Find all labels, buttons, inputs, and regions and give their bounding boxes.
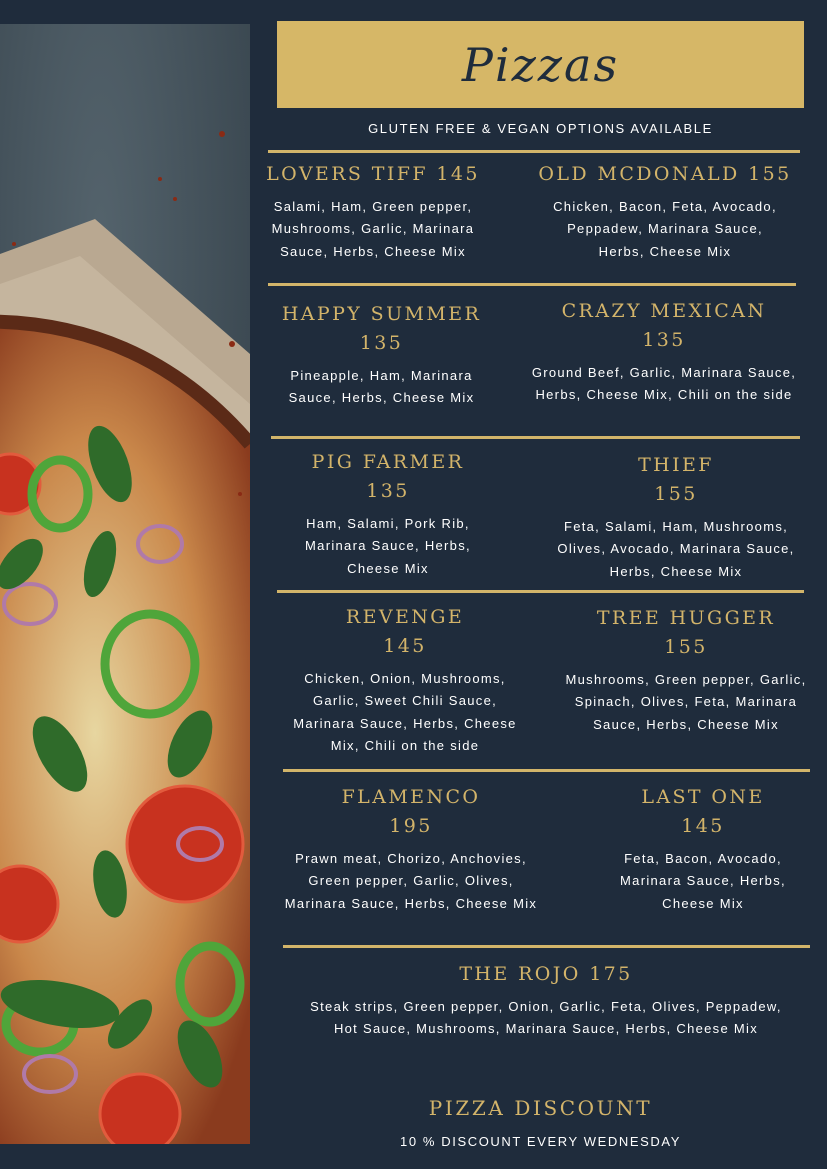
pizza-description: Mushrooms, Green pepper, Garlic, Spinach… — [565, 672, 807, 732]
pizza-description: Chicken, Onion, Mushrooms, Garlic, Sweet… — [293, 671, 517, 753]
pizza-name: PIG FARMER — [311, 451, 465, 473]
pizza-name: THE ROJO 175 — [459, 963, 633, 985]
pizza-name: REVENGE — [345, 606, 465, 628]
pizza-description: Salami, Ham, Green pepper, Mushrooms, Ga… — [271, 199, 475, 259]
pizza-price: 145 — [383, 635, 427, 657]
pizza-description: Chicken, Bacon, Feta, Avocado, Peppadew,… — [553, 199, 777, 259]
page-title: Pizzas — [461, 37, 620, 92]
pizza-price: 135 — [359, 332, 404, 354]
pizza-price: 135 — [366, 480, 410, 502]
menu-item-crazy-mexican: CRAZY MEXICAN 135 Ground Beef, Garlic, M… — [530, 297, 798, 407]
subtitle: GLUTEN FREE & VEGAN OPTIONS AVAILABLE — [368, 121, 713, 136]
menu-item-revenge: REVENGE 145 Chicken, Onion, Mushrooms, G… — [282, 603, 528, 757]
pizza-name: CRAZY MEXICAN — [561, 300, 767, 322]
pizza-name: HAPPY SUMMER — [281, 303, 482, 325]
pizza-name: LOVERS TIFF 145 — [266, 163, 480, 185]
menu-item-tree-hugger: TREE HUGGER 155 Mushrooms, Green pepper,… — [562, 604, 810, 736]
discount-title: PIZZA DISCOUNT — [428, 1096, 653, 1120]
menu-item-pig-farmer: PIG FARMER 135 Ham, Salami, Pork Rib, Ma… — [283, 448, 493, 580]
pizza-price: 145 — [681, 815, 725, 837]
menu-item-lovers-tiff: LOVERS TIFF 145 Salami, Ham, Green peppe… — [250, 160, 496, 263]
pizza-name: TREE HUGGER — [596, 607, 776, 629]
menu-item-old-mcdonald: OLD MCDONALD 155 Chicken, Bacon, Feta, A… — [520, 160, 810, 263]
discount-text: 10 % DISCOUNT EVERY WEDNESDAY — [400, 1134, 681, 1149]
pizza-photo — [0, 24, 250, 1144]
pizza-name: LAST ONE — [641, 786, 765, 808]
divider — [277, 590, 804, 593]
divider — [268, 150, 800, 153]
divider — [283, 769, 810, 772]
divider — [283, 945, 810, 948]
pizza-price: 155 — [664, 636, 708, 658]
pizza-description: Prawn meat, Chorizo, Anchovies, Green pe… — [284, 851, 538, 911]
pizza-price: 195 — [389, 815, 433, 837]
pizza-name: THIEF — [638, 454, 714, 476]
pizza-description: Ground Beef, Garlic, Marinara Sauce, Her… — [531, 365, 797, 403]
pizza-price: 135 — [642, 329, 686, 351]
divider — [268, 283, 796, 286]
pizza-name: OLD MCDONALD 155 — [538, 163, 792, 185]
pizza-description: Pineapple, Ham, Marinara Sauce, Herbs, C… — [288, 368, 475, 406]
title-banner: Pizzas — [277, 21, 804, 108]
pizza-description: Feta, Bacon, Avocado, Marinara Sauce, He… — [620, 851, 786, 911]
pizza-price: 155 — [654, 483, 698, 505]
pizza-name: FLAMENCO — [341, 786, 481, 808]
menu-item-last-one: LAST ONE 145 Feta, Bacon, Avocado, Marin… — [603, 783, 803, 915]
menu-item-the-rojo: THE ROJO 175 Steak strips, Green pepper,… — [296, 960, 796, 1041]
pizza-description: Ham, Salami, Pork Rib, Marinara Sauce, H… — [305, 516, 471, 576]
pizza-description: Steak strips, Green pepper, Onion, Garli… — [310, 999, 782, 1037]
divider — [271, 436, 800, 439]
menu-item-thief: THIEF 155 Feta, Salami, Ham, Mushrooms, … — [540, 451, 812, 583]
menu-item-flamenco: FLAMENCO 195 Prawn meat, Chorizo, Anchov… — [283, 783, 539, 915]
menu-item-happy-summer: HAPPY SUMMER 135 Pineapple, Ham, Marinar… — [268, 300, 495, 410]
pizza-description: Feta, Salami, Ham, Mushrooms, Olives, Av… — [557, 519, 795, 579]
